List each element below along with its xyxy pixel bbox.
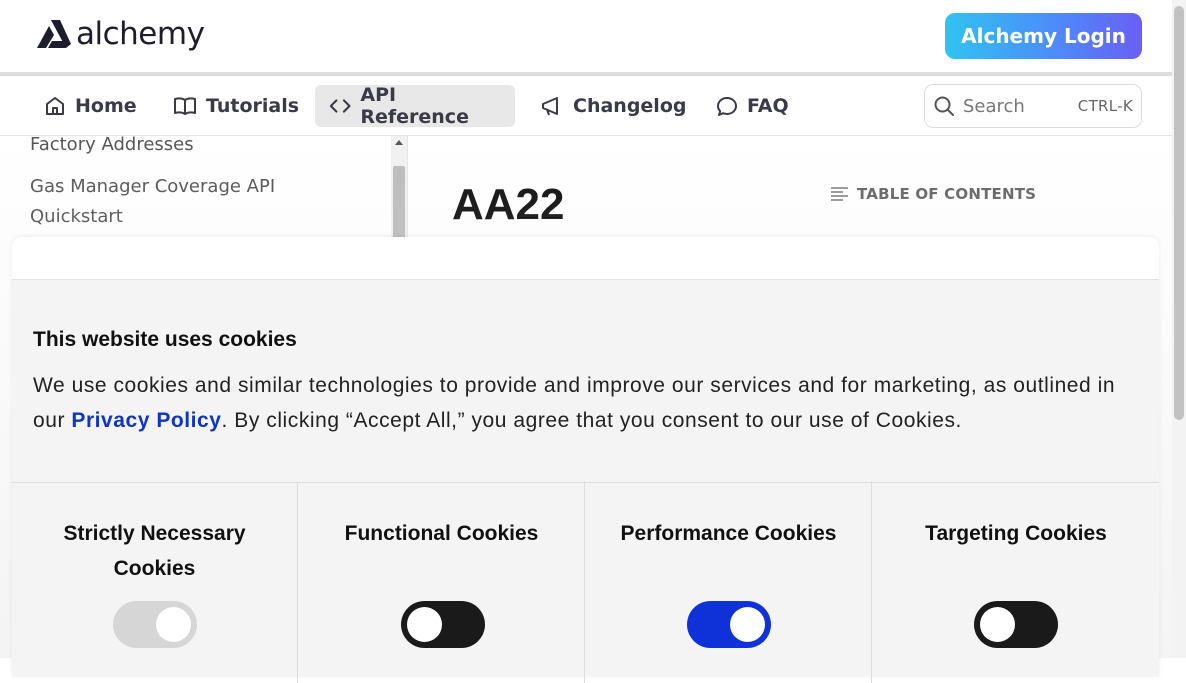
alchemy-logo[interactable]: alchemy — [36, 15, 205, 52]
megaphone-icon — [542, 97, 558, 116]
cookie-category-title: Performance Cookies — [620, 522, 837, 545]
nav-tab-api-reference[interactable]: API Reference — [315, 84, 515, 128]
toggle-knob — [980, 607, 1015, 642]
sidebar-scroll-thumb[interactable] — [393, 166, 405, 246]
search-input[interactable]: Search CTRL-K — [924, 84, 1142, 128]
performance-cookies-toggle[interactable] — [687, 601, 771, 648]
search-shortcut: CTRL-K — [1077, 97, 1133, 115]
cookie-category-functional: Functional Cookies — [297, 483, 585, 683]
strictly-necessary-toggle — [113, 601, 197, 648]
book-icon — [174, 97, 196, 115]
scroll-up-arrow-icon[interactable] — [395, 140, 403, 145]
sidebar: Factory Addresses Gas Manager Coverage A… — [0, 136, 391, 246]
cookie-modal-description: We use cookies and similar technologies … — [33, 368, 1143, 438]
logo-text: alchemy — [76, 15, 205, 52]
sidebar-item-label: Gas Manager Coverage API — [30, 176, 276, 197]
nav-tab-faq[interactable]: FAQ — [702, 85, 803, 127]
functional-cookies-toggle[interactable] — [401, 601, 485, 648]
sidebar-item-factory-addresses[interactable]: Factory Addresses — [30, 136, 194, 160]
cookie-category-performance: Performance Cookies — [584, 483, 872, 683]
code-icon — [329, 99, 351, 113]
page-title: AA22 — [452, 180, 565, 229]
cookie-desc-text: . By clicking “Accept All,” you agree th… — [221, 409, 962, 432]
table-of-contents-header: TABLE OF CONTENTS — [830, 185, 1036, 203]
toggle-knob — [730, 607, 765, 642]
sidebar-item-gas-manager-coverage-api[interactable]: Gas Manager Coverage API Quickstart — [30, 172, 275, 232]
chat-bubble-icon — [717, 97, 737, 116]
toggle-knob — [407, 607, 442, 642]
cookie-category-targeting: Targeting Cookies — [871, 483, 1160, 683]
nav-bar: Home Tutorials API Reference Changelog F… — [0, 76, 1172, 136]
cookie-category-strictly-necessary: Strictly Necessary Cookies — [12, 483, 297, 683]
nav-tab-label: Tutorials — [206, 95, 300, 117]
modal-header-bar — [12, 237, 1159, 280]
privacy-policy-link[interactable]: Privacy Policy — [71, 409, 221, 432]
alchemy-logo-icon — [37, 20, 71, 48]
cookie-consent-modal: This website uses cookies We use cookies… — [12, 237, 1159, 683]
toc-label: TABLE OF CONTENTS — [857, 185, 1037, 203]
alchemy-login-button[interactable]: Alchemy Login — [945, 13, 1142, 59]
search-placeholder: Search — [963, 95, 1025, 117]
page-scrollbar[interactable] — [1172, 0, 1186, 658]
sidebar-scrollbar[interactable] — [391, 136, 407, 246]
home-icon — [46, 97, 64, 115]
nav-tab-tutorials[interactable]: Tutorials — [159, 85, 313, 127]
page-scroll-thumb[interactable] — [1174, 6, 1184, 420]
cookie-category-title: Functional Cookies — [344, 522, 539, 545]
sidebar-divider — [407, 136, 408, 246]
cookie-categories: Strictly Necessary Cookies Functional Co… — [12, 482, 1159, 683]
nav-tab-label: FAQ — [747, 95, 789, 117]
toggle-knob — [156, 607, 191, 642]
cookie-modal-title: This website uses cookies — [33, 328, 297, 351]
sidebar-item-label: Quickstart — [30, 206, 123, 227]
nav-tab-home[interactable]: Home — [30, 85, 151, 127]
cookie-category-title: Strictly Necessary Cookies — [63, 522, 246, 580]
list-lines-icon — [831, 187, 848, 201]
cookie-category-title: Targeting Cookies — [925, 522, 1107, 545]
nav-tab-changelog[interactable]: Changelog — [526, 85, 700, 127]
nav-tab-label: Changelog — [573, 95, 687, 117]
targeting-cookies-toggle[interactable] — [974, 601, 1058, 648]
nav-tab-label: Home — [75, 95, 137, 117]
top-header: alchemy Alchemy Login — [0, 0, 1172, 73]
nav-tab-label: API Reference — [360, 84, 469, 128]
search-icon — [934, 96, 954, 116]
